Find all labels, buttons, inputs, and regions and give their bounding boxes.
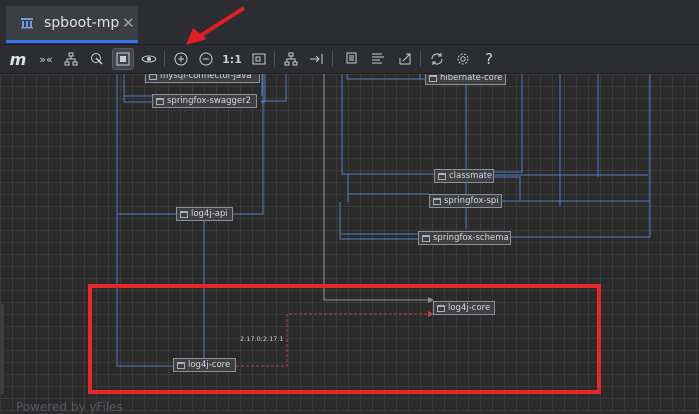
annotation-arrow-icon xyxy=(186,6,246,45)
